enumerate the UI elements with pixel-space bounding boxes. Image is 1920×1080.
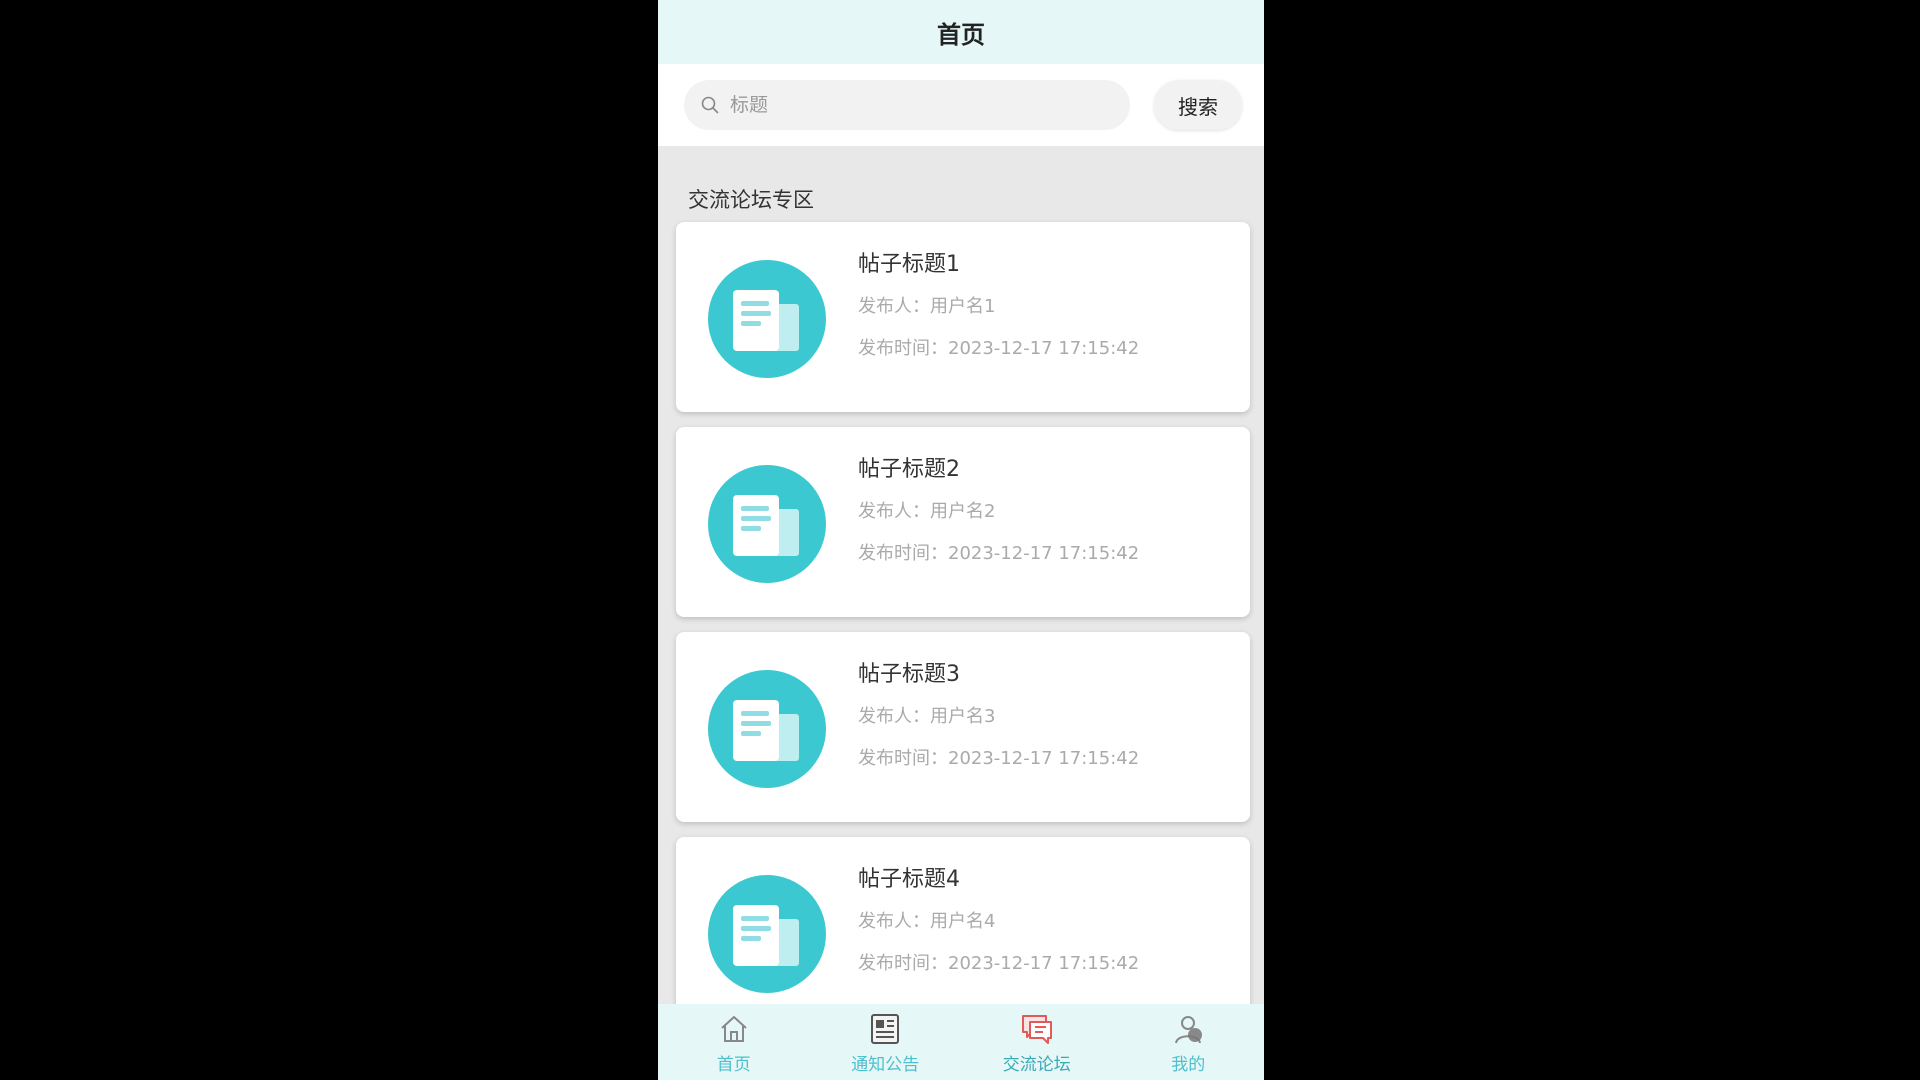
document-icon — [708, 670, 826, 788]
post-author: 发布人：用户名2 — [858, 501, 996, 522]
tab-label: 通知公告 — [851, 1055, 920, 1075]
post-card[interactable]: 帖子标题4 发布人：用户名4 发布时间：2023-12-17 17:15:42 — [676, 837, 1250, 1027]
tab-notice[interactable]: 通知公告 — [810, 1004, 962, 1080]
post-card[interactable]: 帖子标题1 发布人：用户名1 发布时间：2023-12-17 17:15:42 — [676, 222, 1250, 412]
page-title: 首页 — [937, 20, 985, 49]
search-box[interactable] — [684, 80, 1130, 130]
post-card[interactable]: 帖子标题3 发布人：用户名3 发布时间：2023-12-17 17:15:42 — [676, 632, 1250, 822]
document-icon — [708, 260, 826, 378]
tab-profile[interactable]: 我的 — [1113, 1004, 1265, 1080]
post-list: 帖子标题1 发布人：用户名1 发布时间：2023-12-17 17:15:42 … — [658, 202, 1264, 1027]
tab-forum[interactable]: 交流论坛 — [961, 1004, 1113, 1080]
tab-label: 交流论坛 — [1002, 1055, 1071, 1075]
phone-screen: 首页 搜索 交流论坛专区 帖子标题1 发布人：用户名1 发布时间：2023-1 — [658, 0, 1264, 1080]
post-time: 发布时间：2023-12-17 17:15:42 — [858, 338, 1140, 359]
post-time: 发布时间：2023-12-17 17:15:42 — [858, 543, 1140, 564]
home-icon — [721, 1016, 747, 1042]
tab-home[interactable]: 首页 — [658, 1004, 810, 1080]
tab-label: 我的 — [1171, 1055, 1206, 1075]
post-author: 发布人：用户名1 — [858, 296, 996, 317]
post-title: 帖子标题3 — [858, 662, 960, 687]
post-author: 发布人：用户名3 — [858, 706, 996, 727]
search-row: 搜索 — [658, 64, 1264, 146]
top-bar: 首页 — [658, 0, 1264, 64]
post-author: 发布人：用户名4 — [858, 911, 996, 932]
notice-icon — [871, 1014, 900, 1044]
document-icon — [708, 465, 826, 583]
post-title: 帖子标题2 — [858, 457, 960, 482]
bottom-tab-bar: 首页 通知公告 交流论坛 我的 — [658, 1004, 1264, 1080]
search-icon — [701, 96, 719, 114]
search-input[interactable] — [728, 93, 1092, 117]
search-button[interactable]: 搜索 — [1154, 80, 1242, 130]
post-card[interactable]: 帖子标题2 发布人：用户名2 发布时间：2023-12-17 17:15:42 — [676, 427, 1250, 617]
forum-icon — [1021, 1015, 1052, 1044]
document-icon — [708, 875, 826, 993]
section-title: 交流论坛专区 — [688, 188, 814, 212]
user-icon — [1175, 1016, 1203, 1044]
tab-label: 首页 — [716, 1055, 751, 1075]
post-title: 帖子标题4 — [858, 867, 960, 892]
post-title: 帖子标题1 — [858, 252, 960, 277]
post-time: 发布时间：2023-12-17 17:15:42 — [858, 748, 1140, 769]
post-time: 发布时间：2023-12-17 17:15:42 — [858, 953, 1140, 974]
